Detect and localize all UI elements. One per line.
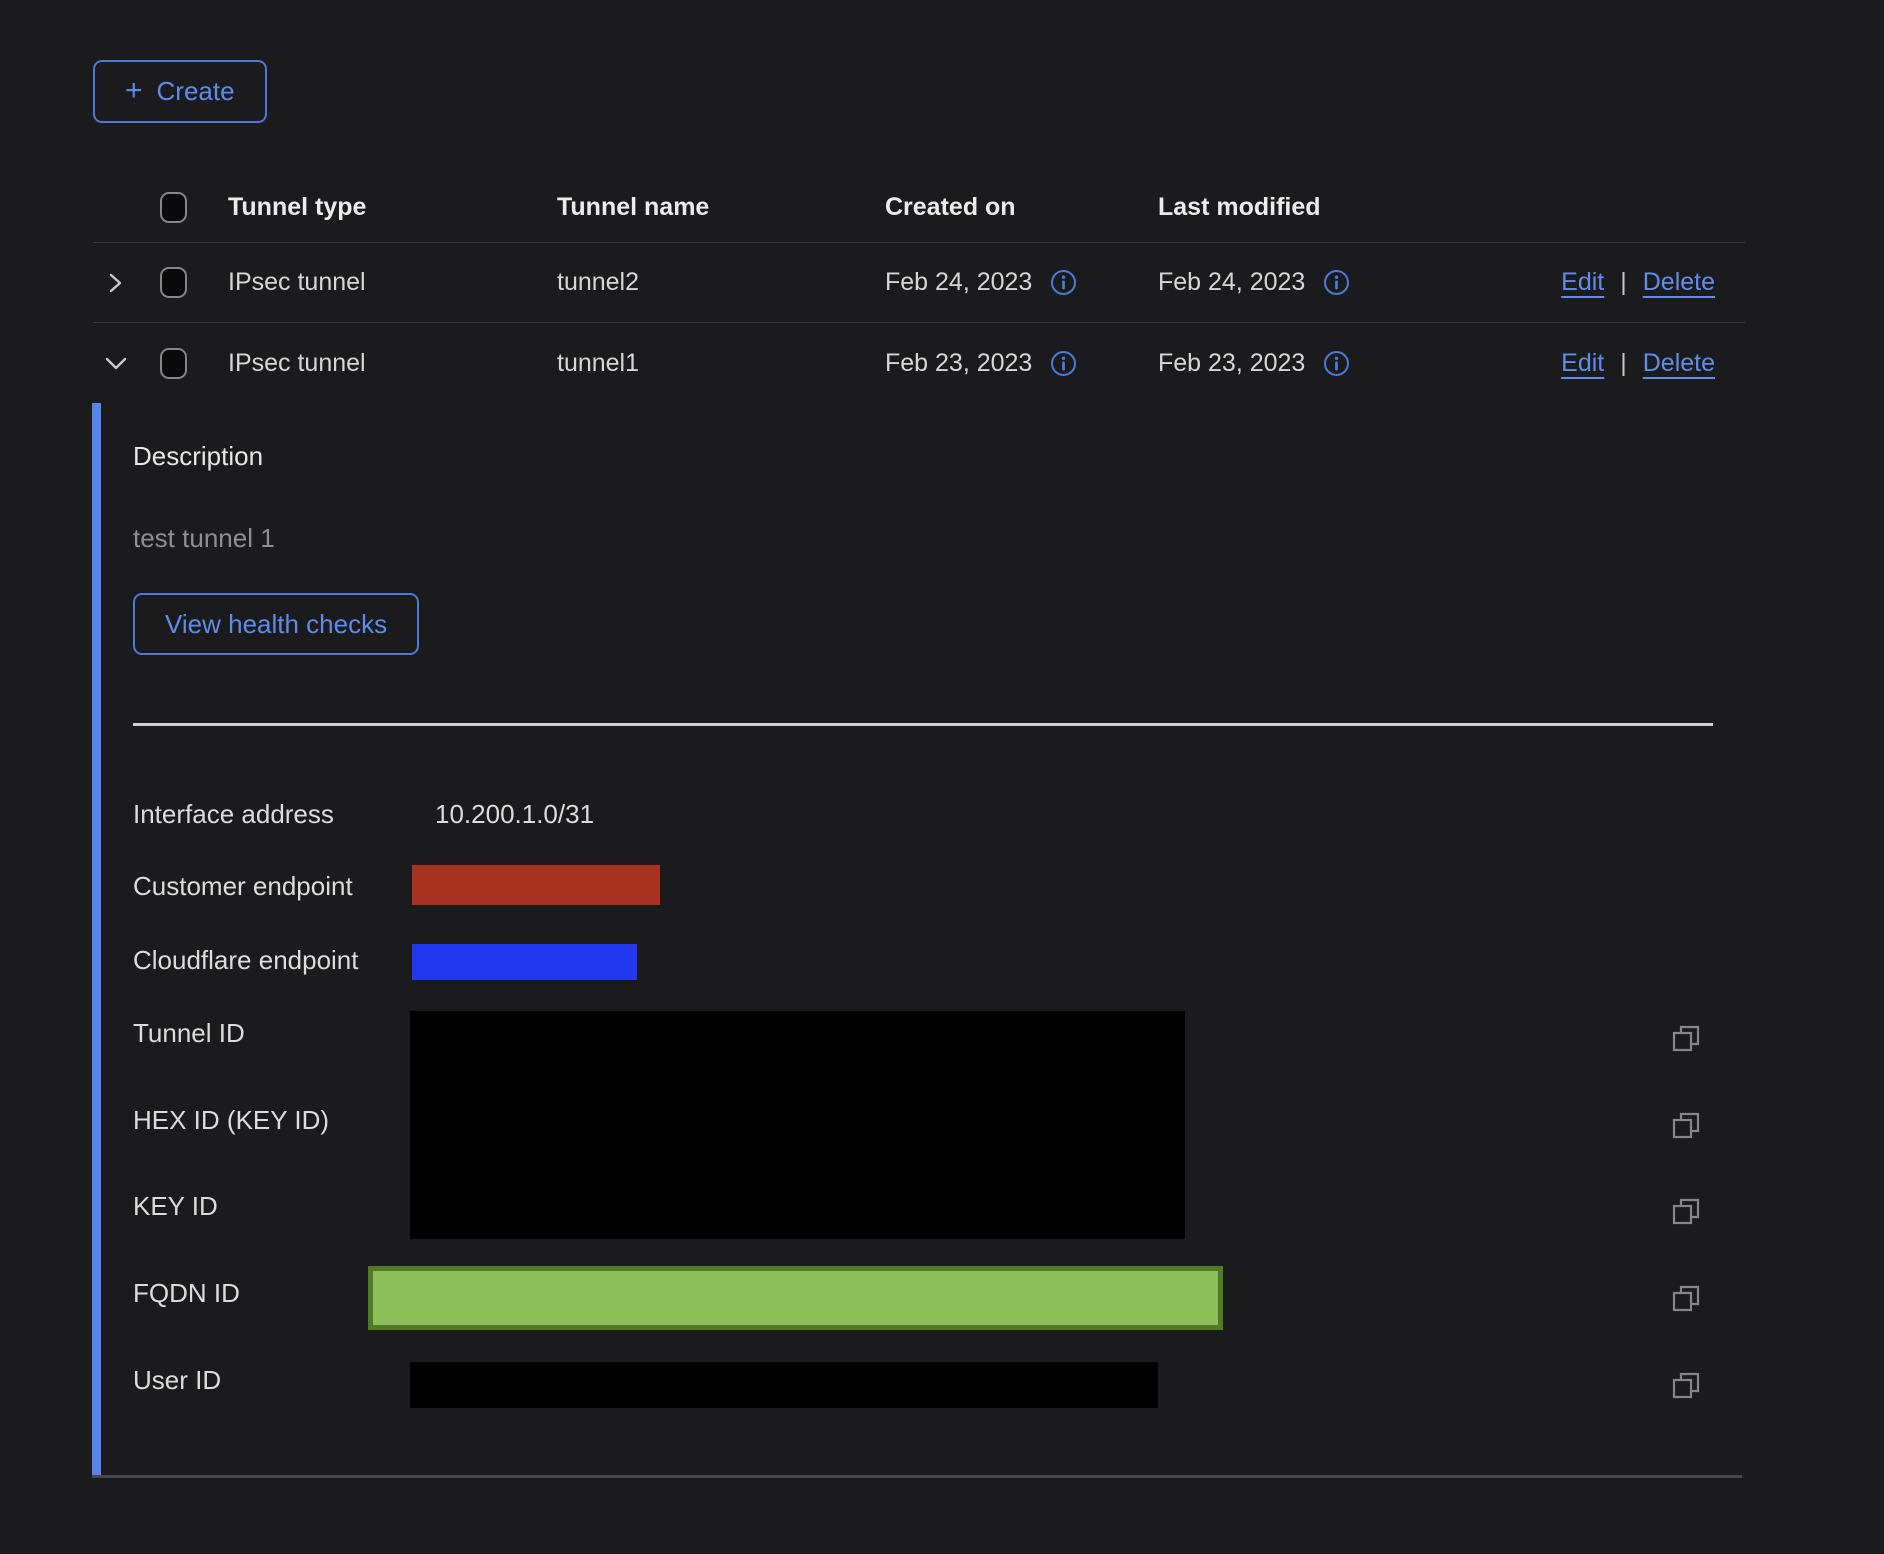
action-separator: | bbox=[1620, 349, 1627, 378]
info-icon[interactable] bbox=[1323, 350, 1350, 377]
chevron-down-icon bbox=[103, 350, 129, 376]
delete-link[interactable]: Delete bbox=[1643, 268, 1715, 297]
collapse-row-button[interactable] bbox=[103, 350, 145, 376]
header-tunnel-name: Tunnel name bbox=[557, 193, 885, 222]
fqdn-id-label: FQDN ID bbox=[133, 1278, 240, 1309]
tunnel-type-cell: IPsec tunnel bbox=[228, 268, 557, 297]
customer-endpoint-label: Customer endpoint bbox=[133, 871, 353, 902]
copy-hex-id-button[interactable] bbox=[1670, 1110, 1702, 1142]
copy-fqdn-id-button[interactable] bbox=[1670, 1283, 1702, 1315]
tunnel-type-cell: IPsec tunnel bbox=[228, 349, 557, 378]
header-last-modified: Last modified bbox=[1158, 193, 1468, 222]
create-button-label: Create bbox=[157, 76, 235, 107]
created-on-cell: Feb 23, 2023 bbox=[885, 349, 1032, 378]
view-health-checks-button[interactable]: View health checks bbox=[133, 593, 419, 655]
table-row: IPsec tunnel tunnel1 Feb 23, 2023 Feb 23… bbox=[93, 323, 1745, 403]
cloudflare-endpoint-label: Cloudflare endpoint bbox=[133, 945, 359, 976]
description-value: test tunnel 1 bbox=[133, 523, 275, 554]
last-modified-cell: Feb 24, 2023 bbox=[1158, 268, 1305, 297]
chevron-right-icon bbox=[103, 271, 127, 295]
cloudflare-endpoint-redacted-value bbox=[412, 944, 637, 980]
interface-address-value: 10.200.1.0/31 bbox=[435, 799, 594, 830]
info-icon[interactable] bbox=[1323, 269, 1350, 296]
copy-icon bbox=[1670, 1023, 1702, 1055]
action-separator: | bbox=[1620, 268, 1627, 297]
info-icon[interactable] bbox=[1050, 269, 1077, 296]
hex-id-label: HEX ID (KEY ID) bbox=[133, 1105, 329, 1136]
table-row: IPsec tunnel tunnel2 Feb 24, 2023 Feb 24… bbox=[93, 243, 1745, 323]
header-tunnel-type: Tunnel type bbox=[228, 193, 557, 222]
customer-endpoint-redacted-value bbox=[412, 865, 660, 905]
panel-bottom-border bbox=[92, 1475, 1742, 1478]
expanded-indicator-bar bbox=[92, 403, 101, 1476]
interface-address-label: Interface address bbox=[133, 799, 334, 830]
info-icon[interactable] bbox=[1050, 350, 1077, 377]
user-id-redacted-value bbox=[410, 1362, 1158, 1408]
copy-icon bbox=[1670, 1283, 1702, 1315]
edit-link[interactable]: Edit bbox=[1561, 268, 1604, 297]
tunnel-name-cell: tunnel1 bbox=[557, 349, 885, 378]
fqdn-id-redacted-value bbox=[368, 1266, 1223, 1330]
tunnel-detail-panel: Description test tunnel 1 View health ch… bbox=[92, 403, 1742, 1476]
plus-icon: + bbox=[125, 76, 143, 106]
copy-icon bbox=[1670, 1370, 1702, 1402]
header-created-on: Created on bbox=[885, 193, 1158, 222]
tunnels-table: Tunnel type Tunnel name Created on Last … bbox=[93, 173, 1745, 403]
last-modified-cell: Feb 23, 2023 bbox=[1158, 349, 1305, 378]
copy-icon bbox=[1670, 1196, 1702, 1228]
tunnel-name-cell: tunnel2 bbox=[557, 268, 885, 297]
row-checkbox[interactable] bbox=[160, 348, 187, 379]
key-id-label: KEY ID bbox=[133, 1191, 218, 1222]
table-header-row: Tunnel type Tunnel name Created on Last … bbox=[93, 173, 1745, 243]
tunnel-id-label: Tunnel ID bbox=[133, 1018, 245, 1049]
copy-user-id-button[interactable] bbox=[1670, 1370, 1702, 1402]
copy-tunnel-id-button[interactable] bbox=[1670, 1023, 1702, 1055]
copy-key-id-button[interactable] bbox=[1670, 1196, 1702, 1228]
delete-link[interactable]: Delete bbox=[1643, 349, 1715, 378]
user-id-label: User ID bbox=[133, 1365, 221, 1396]
select-all-checkbox[interactable] bbox=[160, 192, 187, 223]
row-checkbox[interactable] bbox=[160, 267, 187, 298]
expand-row-button[interactable] bbox=[103, 271, 145, 295]
description-label: Description bbox=[133, 441, 263, 472]
created-on-cell: Feb 24, 2023 bbox=[885, 268, 1032, 297]
section-divider bbox=[133, 723, 1713, 726]
create-button[interactable]: + Create bbox=[93, 60, 267, 123]
edit-link[interactable]: Edit bbox=[1561, 349, 1604, 378]
ids-redacted-value bbox=[410, 1011, 1185, 1239]
copy-icon bbox=[1670, 1110, 1702, 1142]
